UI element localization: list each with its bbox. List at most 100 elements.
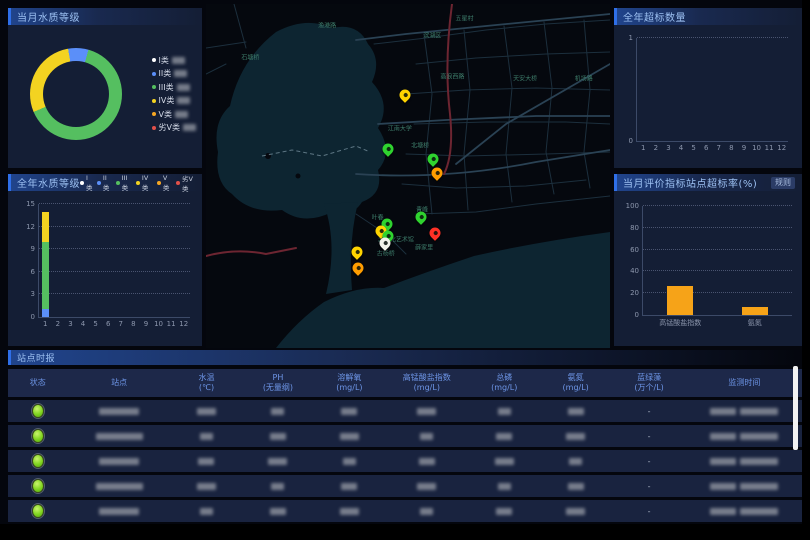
table-cell: - bbox=[611, 425, 686, 447]
value-redacted bbox=[417, 408, 436, 415]
table-cell bbox=[171, 475, 242, 497]
x-tick-label: 6 bbox=[106, 320, 110, 328]
status-indicator bbox=[32, 454, 44, 468]
annual-exceed-chart[interactable]: 01123456789101112 bbox=[636, 38, 788, 142]
x-tick-label: 10 bbox=[752, 144, 761, 152]
legend-item: II类 bbox=[97, 173, 112, 193]
water-grade-donut-chart[interactable] bbox=[30, 48, 122, 140]
table-scrollbar[interactable] bbox=[793, 366, 798, 450]
y-tick-label: 15 bbox=[26, 200, 35, 208]
x-tick-label: 1 bbox=[43, 320, 47, 328]
table-cell bbox=[687, 425, 802, 447]
column-name: 水温 bbox=[198, 373, 214, 383]
column-header: 蓝绿藻(万个/L) bbox=[611, 369, 686, 397]
marker-hole bbox=[432, 230, 438, 236]
map-place-label: 天安大桥 bbox=[513, 73, 537, 82]
legend-item: 劣V类 bbox=[152, 122, 196, 133]
table-row[interactable]: - bbox=[8, 500, 802, 522]
table-cell bbox=[468, 400, 539, 422]
value-redacted bbox=[566, 433, 585, 440]
legend-dot bbox=[80, 181, 84, 185]
table-row[interactable]: - bbox=[8, 475, 802, 497]
gridline bbox=[39, 248, 190, 249]
right-edge bbox=[802, 0, 810, 540]
x-tick-label: 7 bbox=[717, 144, 721, 152]
redacted-value bbox=[175, 111, 188, 118]
annual-grade-chart[interactable]: 03691215123456789101112 bbox=[38, 204, 190, 318]
value-redacted bbox=[197, 408, 216, 415]
status-indicator bbox=[32, 479, 44, 493]
table-cell bbox=[68, 450, 171, 472]
redacted-value bbox=[172, 57, 185, 64]
column-unit: (mg/L) bbox=[336, 383, 362, 393]
table-cell bbox=[540, 475, 611, 497]
table-cell bbox=[242, 400, 313, 422]
column-unit: (mg/L) bbox=[563, 383, 589, 393]
value-redacted bbox=[340, 508, 359, 515]
x-tick-label: 5 bbox=[691, 144, 695, 152]
value-redacted bbox=[200, 508, 213, 515]
table-cell bbox=[385, 425, 468, 447]
x-tick-label: 氨氮 bbox=[748, 318, 762, 328]
table-cell bbox=[540, 450, 611, 472]
panel-title: 全年超标数量 bbox=[623, 9, 686, 24]
legend-dot bbox=[152, 126, 156, 130]
column-name: PH bbox=[273, 373, 284, 383]
value-redacted bbox=[419, 458, 435, 465]
x-tick-label: 10 bbox=[154, 320, 163, 328]
y-tick-label: 100 bbox=[626, 202, 639, 210]
x-tick-label: 2 bbox=[56, 320, 60, 328]
value-redacted bbox=[341, 483, 357, 490]
marker-hole bbox=[402, 92, 408, 98]
table-cell bbox=[171, 400, 242, 422]
legend-label: IV类 bbox=[159, 95, 175, 106]
x-tick-label: 4 bbox=[81, 320, 85, 328]
table-cell bbox=[68, 475, 171, 497]
legend-dot bbox=[152, 72, 156, 76]
exceed-rate-chart[interactable]: 020406080100高锰酸盐指数氨氮 bbox=[642, 206, 792, 316]
table-row[interactable]: - bbox=[8, 400, 802, 422]
rules-link[interactable]: 规则 bbox=[771, 177, 795, 189]
value-redacted bbox=[420, 508, 433, 515]
table-row[interactable]: - bbox=[8, 450, 802, 472]
gridline bbox=[643, 249, 792, 250]
value-redacted bbox=[343, 458, 356, 465]
legend-dot bbox=[152, 85, 156, 89]
value-redacted bbox=[568, 408, 584, 415]
column-header: 监测时间 bbox=[687, 369, 802, 397]
gridline bbox=[39, 203, 190, 204]
legend-label: II类 bbox=[103, 174, 112, 192]
legend-item: V类 bbox=[157, 173, 172, 193]
table-cell bbox=[314, 450, 385, 472]
value-redacted bbox=[496, 433, 512, 440]
table-title-bar: 站点时报 bbox=[8, 350, 802, 365]
table-title: 站点时报 bbox=[17, 351, 55, 364]
table-cell bbox=[242, 500, 313, 522]
station-map[interactable]: 石塘桥渔港路滨湖区五星村高浪西路天安大桥机场路江南大学北塘桥叶春青峰吴文化艺术馆… bbox=[206, 4, 610, 348]
panel-annual-water-grade: 全年水质等级 I类II类III类IV类V类劣V类 036912151234567… bbox=[8, 174, 202, 346]
map-place-label: 江南大学 bbox=[388, 123, 412, 132]
time-redacted bbox=[740, 483, 778, 490]
panel-title-bar: 全年水质等级 I类II类III类IV类V类劣V类 bbox=[8, 174, 202, 191]
marker-hole bbox=[434, 170, 440, 176]
table-cell: - bbox=[611, 450, 686, 472]
table-cell bbox=[687, 450, 802, 472]
table-cell bbox=[8, 500, 68, 522]
x-tick-label: 11 bbox=[167, 320, 176, 328]
bottom-edge bbox=[0, 524, 810, 540]
table-cell bbox=[314, 400, 385, 422]
map-place-label: 高浪西路 bbox=[440, 72, 464, 81]
redacted-value bbox=[177, 84, 190, 91]
y-tick-label: 3 bbox=[31, 290, 35, 298]
panel-title: 当月评价指标站点超标率(%) bbox=[623, 175, 757, 190]
panel-monthly-exceed-rate: 当月评价指标站点超标率(%) 规则 020406080100高锰酸盐指数氨氮 bbox=[614, 174, 802, 346]
map-place-label: 渔港路 bbox=[318, 20, 336, 29]
table-cell bbox=[171, 500, 242, 522]
bar-segment bbox=[42, 212, 49, 242]
column-unit: (无量纲) bbox=[263, 383, 293, 393]
x-tick-label: 5 bbox=[93, 320, 97, 328]
table-row[interactable]: - bbox=[8, 425, 802, 447]
time-redacted bbox=[740, 408, 778, 415]
column-name: 蓝绿藻 bbox=[637, 373, 661, 383]
dashboard: 当月水质等级 I类II类III类IV类V类劣V类 全年水质等级 I类II类III… bbox=[0, 0, 810, 540]
